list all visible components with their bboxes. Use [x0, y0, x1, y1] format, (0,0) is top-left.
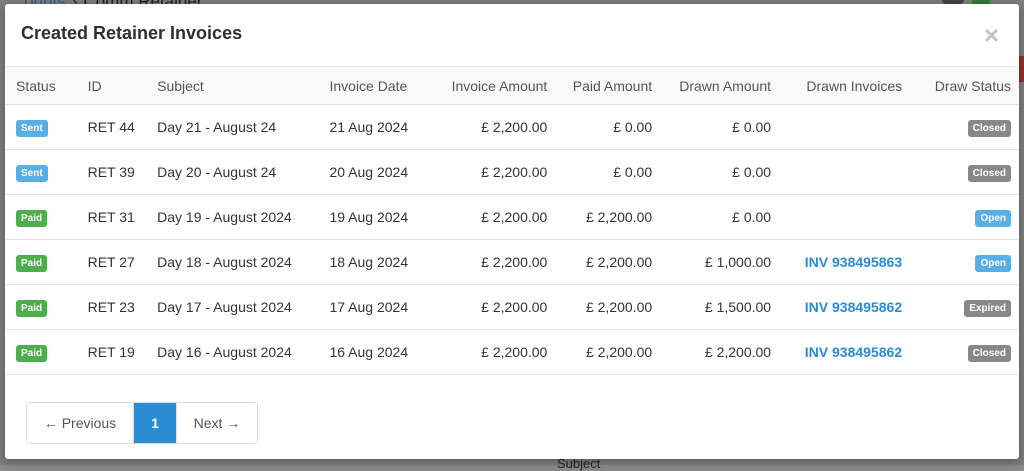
status-badge: Sent — [16, 119, 48, 137]
invoice-date-cell: 21 Aug 2024 — [321, 104, 441, 150]
paid-amount-cell: £ 2,200.00 — [555, 329, 661, 375]
table-row: Paid RET 27 Day 18 - August 2024 18 Aug 202… — [5, 239, 1019, 285]
invoice-date-cell: 19 Aug 2024 — [321, 194, 441, 240]
header-status[interactable]: Status — [5, 67, 80, 105]
header-draw-status[interactable]: Draw Status — [910, 67, 1019, 105]
close-icon[interactable]: × — [984, 22, 999, 48]
header-invoice-date[interactable]: Invoice Date — [321, 67, 441, 105]
drawn-invoice-link[interactable]: INV 938495863 — [805, 254, 902, 270]
draw-status-cell: Closed — [910, 104, 1019, 150]
paid-amount-cell: £ 0.00 — [555, 149, 661, 195]
status-badge: Paid — [16, 209, 48, 227]
invoice-amount-cell: £ 2,200.00 — [440, 284, 556, 330]
draw-status-badge: Closed — [967, 119, 1011, 137]
header-id[interactable]: ID — [79, 67, 150, 105]
invoice-amount-cell: £ 2,200.00 — [440, 329, 556, 375]
paid-amount-cell: £ 0.00 — [555, 104, 661, 150]
subject-cell: Day 18 - August 2024 — [149, 239, 322, 285]
page-1-button[interactable]: 1 — [134, 403, 176, 443]
id-cell: RET 19 — [79, 329, 150, 375]
previous-page-button[interactable]: ← Previous — [27, 403, 134, 443]
modal-header: Created Retainer Invoices × — [5, 4, 1019, 67]
draw-status-badge: Closed — [967, 344, 1011, 362]
status-badge: Paid — [16, 254, 48, 272]
table-header-row: Status ID Subject Invoice Date Invoice A… — [5, 67, 1019, 105]
status-badge: Paid — [16, 299, 48, 317]
subject-cell: Day 16 - August 2024 — [149, 329, 322, 375]
subject-cell: Day 21 - August 24 — [149, 104, 322, 150]
draw-status-cell: Expired — [910, 284, 1019, 330]
pagination: ← Previous 1 Next → — [26, 402, 258, 444]
retainer-invoices-table: Status ID Subject Invoice Date Invoice A… — [5, 67, 1019, 375]
drawn-invoices-cell — [779, 104, 911, 150]
status-cell: Sent — [5, 104, 80, 150]
id-cell: RET 39 — [79, 149, 150, 195]
header-drawn-invoices[interactable]: Drawn Invoices — [779, 67, 911, 105]
draw-status-cell: Closed — [910, 329, 1019, 375]
draw-status-badge: Open — [975, 209, 1011, 227]
drawn-invoices-cell — [779, 149, 911, 195]
paid-amount-cell: £ 2,200.00 — [555, 239, 661, 285]
invoice-date-cell: 18 Aug 2024 — [321, 239, 441, 285]
table-row: Paid RET 19 Day 16 - August 2024 16 Aug 202… — [5, 329, 1019, 375]
id-cell: RET 27 — [79, 239, 150, 285]
table-row: Paid RET 31 Day 19 - August 2024 19 Aug 202… — [5, 194, 1019, 240]
status-badge: Paid — [16, 344, 48, 362]
modal-title: Created Retainer Invoices — [21, 23, 243, 43]
status-cell: Sent — [5, 149, 80, 195]
invoice-date-cell: 20 Aug 2024 — [321, 149, 441, 195]
invoice-amount-cell: £ 2,200.00 — [440, 239, 556, 285]
table-body: Sent RET 44 Day 21 - August 24 21 Aug 2024 £… — [5, 104, 1019, 375]
subject-cell: Day 20 - August 24 — [149, 149, 322, 195]
drawn-amount-cell: £ 1,000.00 — [660, 239, 780, 285]
drawn-amount-cell: £ 0.00 — [660, 104, 780, 150]
draw-status-badge: Open — [975, 254, 1011, 272]
table-row: Sent RET 39 Day 20 - August 24 20 Aug 2024 £… — [5, 149, 1019, 195]
invoice-date-cell: 17 Aug 2024 — [321, 284, 441, 330]
drawn-invoice-link[interactable]: INV 938495862 — [805, 299, 902, 315]
subject-cell: Day 17 - August 2024 — [149, 284, 322, 330]
draw-status-cell: Open — [910, 194, 1019, 240]
draw-status-cell: Closed — [910, 149, 1019, 195]
header-drawn-amount[interactable]: Drawn Amount — [660, 67, 780, 105]
invoice-amount-cell: £ 2,200.00 — [440, 149, 556, 195]
draw-status-badge: Closed — [967, 164, 1011, 182]
status-cell: Paid — [5, 194, 80, 240]
id-cell: RET 44 — [79, 104, 150, 150]
status-badge: Sent — [16, 164, 48, 182]
invoice-amount-cell: £ 2,200.00 — [440, 104, 556, 150]
invoice-date-cell: 16 Aug 2024 — [321, 329, 441, 375]
header-subject[interactable]: Subject — [149, 67, 322, 105]
drawn-invoice-link[interactable]: INV 938495862 — [805, 344, 902, 360]
paid-amount-cell: £ 2,200.00 — [555, 284, 661, 330]
next-page-button[interactable]: Next → — [176, 403, 257, 443]
drawn-amount-cell: £ 1,500.00 — [660, 284, 780, 330]
drawn-amount-cell: £ 2,200.00 — [660, 329, 780, 375]
table-row: Paid RET 23 Day 17 - August 2024 17 Aug 202… — [5, 284, 1019, 330]
draw-status-cell: Open — [910, 239, 1019, 285]
header-paid-amount[interactable]: Paid Amount — [555, 67, 661, 105]
status-cell: Paid — [5, 239, 80, 285]
header-invoice-amount[interactable]: Invoice Amount — [440, 67, 556, 105]
table-row: Sent RET 44 Day 21 - August 24 21 Aug 2024 £… — [5, 104, 1019, 150]
draw-status-badge: Expired — [964, 299, 1011, 317]
drawn-invoices-cell — [779, 194, 911, 240]
drawn-invoices-cell: INV 938495863 — [779, 239, 911, 285]
status-cell: Paid — [5, 284, 80, 330]
retainer-invoices-modal: Created Retainer Invoices × Status ID Su… — [5, 4, 1019, 459]
drawn-invoices-cell: INV 938495862 — [779, 329, 911, 375]
status-cell: Paid — [5, 329, 80, 375]
drawn-amount-cell: £ 0.00 — [660, 149, 780, 195]
drawn-invoices-cell: INV 938495862 — [779, 284, 911, 330]
paid-amount-cell: £ 2,200.00 — [555, 194, 661, 240]
subject-cell: Day 19 - August 2024 — [149, 194, 322, 240]
invoice-amount-cell: £ 2,200.00 — [440, 194, 556, 240]
id-cell: RET 31 — [79, 194, 150, 240]
drawn-amount-cell: £ 0.00 — [660, 194, 780, 240]
id-cell: RET 23 — [79, 284, 150, 330]
